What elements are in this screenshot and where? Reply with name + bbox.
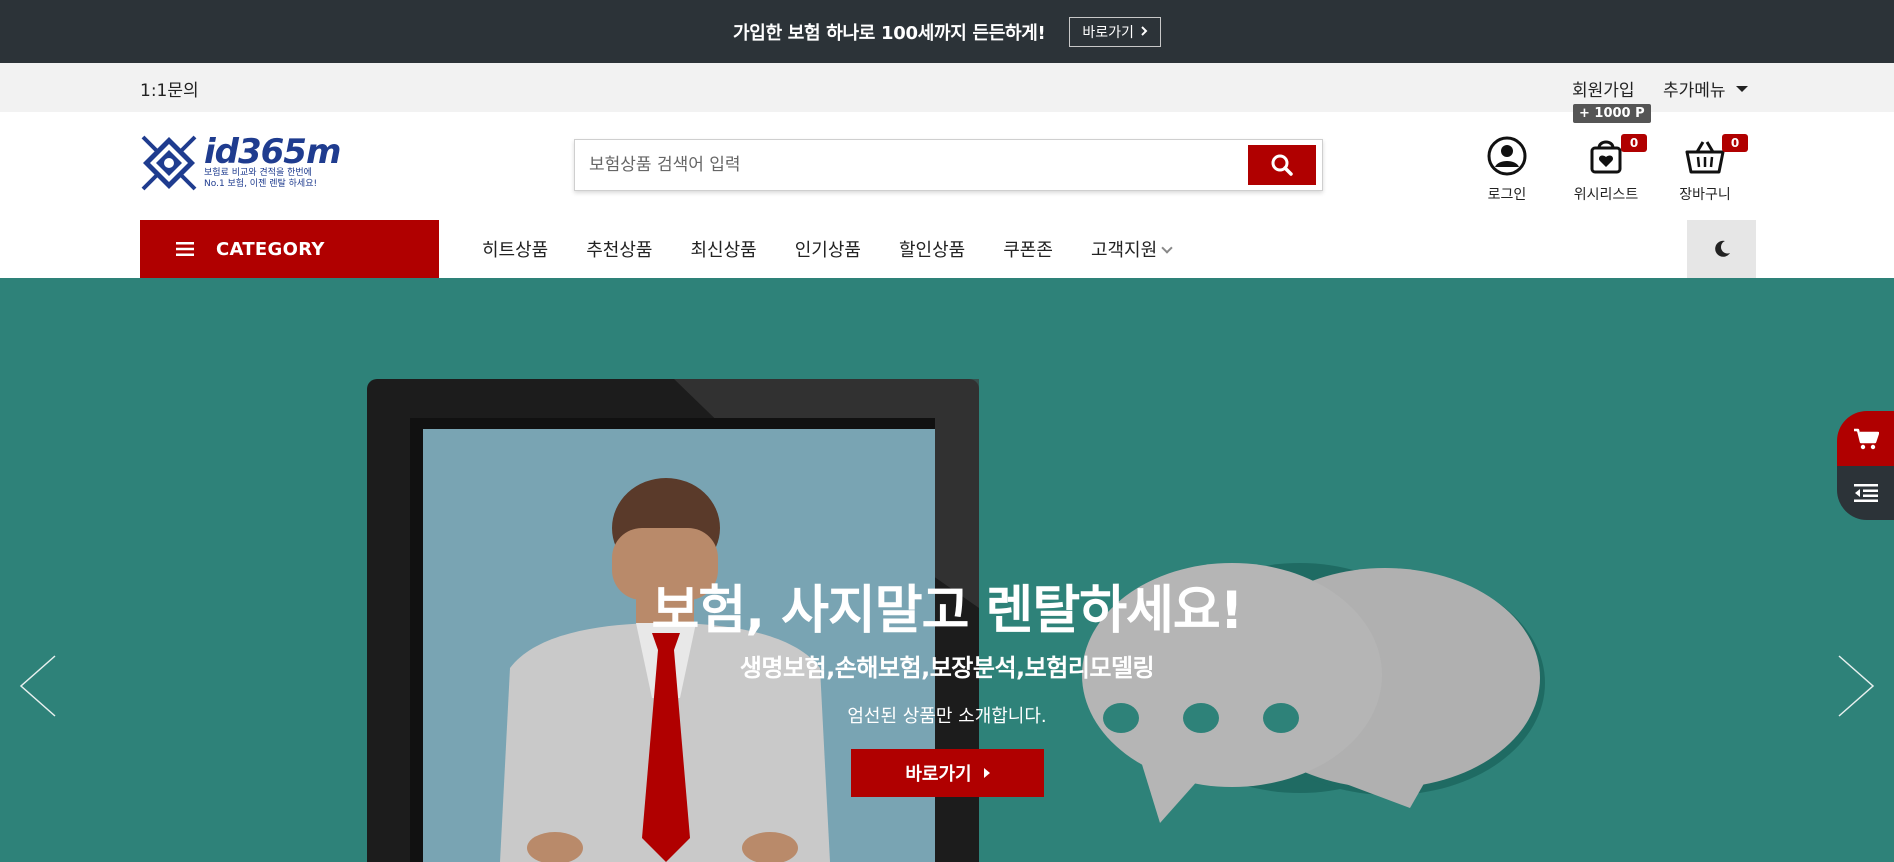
- hero-subtitle: 생명보험,손해보험,보장분석,보험리모델링: [739, 654, 1155, 682]
- signup-points-badge: + 1000 P: [1573, 104, 1651, 123]
- slider-prev-button[interactable]: [18, 654, 58, 718]
- basket-icon: [1685, 141, 1725, 174]
- cart-count-badge: 0: [1722, 134, 1748, 152]
- nav-item-support-label: 고객지원: [1090, 240, 1158, 261]
- top-promo-banner: 가입한 보험 하나로 100세까지 든든하게! 바로가기: [0, 0, 1894, 63]
- quick-menu-toggle-button[interactable]: [1837, 466, 1894, 520]
- wishlist-label: 위시리스트: [1573, 187, 1639, 203]
- nav-item-newest[interactable]: 최신상품: [691, 236, 757, 262]
- nav-item-popular[interactable]: 인기상품: [795, 236, 861, 262]
- main-nav: 히트상품 추천상품 최신상품 인기상품 할인상품 쿠폰존 고객지원: [482, 220, 1173, 278]
- cart-button[interactable]: 장바구니 0: [1660, 134, 1750, 204]
- more-menu-label: 추가메뉴: [1663, 81, 1726, 101]
- hamburger-icon: [176, 242, 194, 256]
- logo-tagline-1: 보험료 비교와 견적을 한번에: [204, 168, 312, 178]
- logo-tagline-2: No.1 보험, 이젠 렌탈 하세요!: [204, 179, 318, 189]
- menu-indent-icon: [1853, 484, 1878, 502]
- hero-cta-button[interactable]: 바로가기: [851, 749, 1044, 797]
- caret-right-icon: [983, 768, 990, 778]
- nav-item-hit[interactable]: 히트상품: [482, 236, 548, 262]
- inquiry-link[interactable]: 1:1문의: [140, 76, 199, 101]
- site-logo[interactable]: id365m 보험료 비교와 견적을 한번에 No.1 보험, 이젠 렌탈 하세…: [140, 134, 352, 192]
- quick-cart-button[interactable]: [1837, 411, 1894, 466]
- cart-label: 장바구니: [1679, 187, 1731, 203]
- shopping-cart-icon: [1853, 428, 1879, 449]
- slider-next-button[interactable]: [1836, 654, 1876, 718]
- moon-icon: [1714, 240, 1730, 257]
- hero-cta-label: 바로가기: [905, 764, 972, 784]
- chevron-right-icon: [1838, 655, 1875, 717]
- wishlist-count-badge: 0: [1621, 134, 1647, 152]
- logo-emblem-icon: [141, 135, 197, 191]
- nav-item-sale[interactable]: 할인상품: [899, 236, 965, 262]
- hero-slider: 보험, 사지말고 렌탈하세요! 생명보험,손해보험,보장분석,보험리모델링 엄선…: [0, 278, 1894, 862]
- chevron-down-icon: [1161, 242, 1173, 254]
- user-circle-icon: [1487, 136, 1527, 176]
- signup-link[interactable]: 회원가입: [1572, 76, 1635, 101]
- login-button[interactable]: 로그인: [1462, 134, 1552, 204]
- top-banner-button-label: 바로가기: [1082, 24, 1134, 41]
- chevron-right-icon: [1140, 24, 1148, 40]
- nav-item-support[interactable]: 고객지원: [1090, 236, 1173, 262]
- top-banner-text: 가입한 보험 하나로 100세까지 든든하게!: [733, 22, 1046, 44]
- search-bar: [574, 139, 1323, 191]
- chevron-left-icon: [19, 655, 56, 717]
- wishlist-button[interactable]: 위시리스트 0: [1561, 134, 1651, 204]
- category-menu-button[interactable]: CATEGORY: [140, 220, 439, 278]
- search-input[interactable]: [589, 152, 1229, 178]
- hero-description: 엄선된 상품만 소개합니다.: [847, 706, 1047, 727]
- nav-item-recommended[interactable]: 추천상품: [586, 236, 652, 262]
- category-label: CATEGORY: [216, 238, 325, 260]
- logo-wordmark: id365m: [204, 132, 341, 172]
- login-label: 로그인: [1487, 187, 1527, 203]
- top-banner-link-button[interactable]: 바로가기: [1069, 16, 1161, 47]
- dark-mode-toggle[interactable]: [1687, 220, 1756, 278]
- caret-down-icon: [1735, 85, 1748, 92]
- nav-item-coupon[interactable]: 쿠폰존: [1003, 236, 1053, 262]
- hero-title: 보험, 사지말고 렌탈하세요!: [651, 581, 1244, 641]
- search-button[interactable]: [1248, 145, 1316, 185]
- more-menu-dropdown[interactable]: 추가메뉴: [1663, 76, 1748, 101]
- side-quick-menu: [1837, 411, 1894, 520]
- search-icon: [1271, 154, 1293, 176]
